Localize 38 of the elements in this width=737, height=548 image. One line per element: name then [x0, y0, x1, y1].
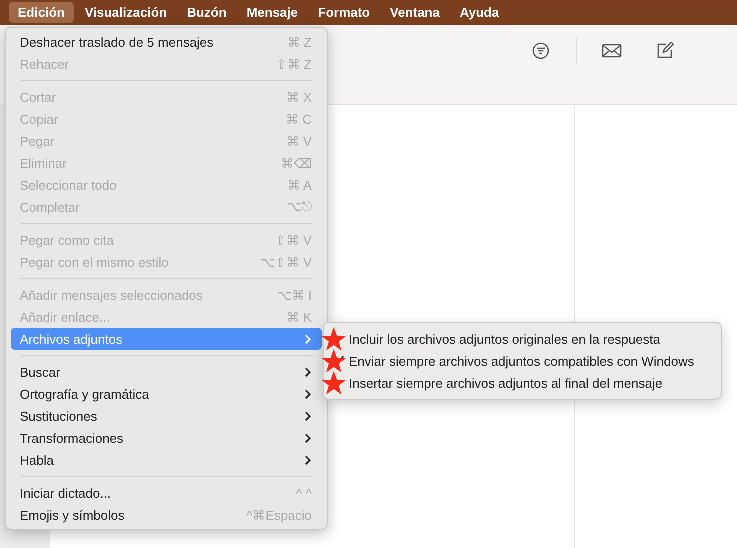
menu-bar-item[interactable]: Ayuda [450, 2, 508, 23]
menu-item[interactable]: Deshacer traslado de 5 mensajes ⌘ Z [11, 31, 322, 53]
shortcut-label: ⌘ X [286, 90, 312, 104]
shortcut-label: ⌘ C [286, 112, 312, 126]
star-icon [321, 326, 347, 352]
filter-icon[interactable] [532, 42, 550, 60]
menu-bar-item[interactable]: Edición [9, 2, 74, 23]
shortcut-label: ⌥⌘ I [276, 288, 312, 302]
submenu-item[interactable]: Insertar siempre archivos adjuntos al final del mensaje [349, 376, 663, 390]
shortcut-label: ⌥⎋ [287, 199, 312, 215]
menu-item[interactable]: Habla [11, 449, 322, 471]
menu-item[interactable]: Ortografía y gramática [11, 383, 322, 405]
shortcut-label: ^ ^ [296, 486, 312, 500]
menu-item[interactable]: Iniciar dictado... ^ ^ [11, 482, 322, 504]
menu-bar-item[interactable]: Visualización [76, 2, 176, 23]
menu-bar-item[interactable]: Ventana [381, 2, 449, 23]
shortcut-label: ⌥⇧⌘ V [260, 254, 312, 270]
shortcut-label: ⇧⌘ Z [276, 56, 312, 72]
menu-bar-item[interactable]: Formato [309, 2, 380, 23]
shortcut-label: ⇧⌘ V [276, 232, 312, 248]
menu-item[interactable]: Transformaciones [11, 427, 322, 449]
star-icon [321, 370, 347, 396]
menu-item[interactable]: Buscar [11, 361, 322, 383]
shortcut-label: ⌘⌫ [281, 156, 312, 170]
menu-bar-item[interactable]: Buzón [178, 2, 236, 23]
shortcut-label: ⌘ Z [287, 34, 312, 50]
menu-bar-item[interactable]: Mensaje [238, 2, 308, 23]
submenu-item[interactable]: Enviar siempre archivos adjuntos compatibles con Windows [349, 354, 694, 368]
submenu-item[interactable]: Incluir los archivos adjuntos originales en la respuesta [349, 332, 660, 346]
shortcut-label: ⌘ A [287, 178, 312, 192]
menu-item[interactable]: Emojis y símbolos ^⌘Espacio [11, 504, 322, 526]
shortcut-label: ^⌘Espacio [246, 508, 312, 522]
shortcut-label: ⌘ K [286, 310, 312, 324]
menu-item[interactable]: Sustituciones [11, 405, 322, 427]
star-icon [321, 348, 347, 374]
shortcut-label: ⌘ V [286, 134, 312, 148]
compose-icon[interactable] [656, 42, 674, 60]
envelope-icon[interactable] [602, 42, 622, 60]
